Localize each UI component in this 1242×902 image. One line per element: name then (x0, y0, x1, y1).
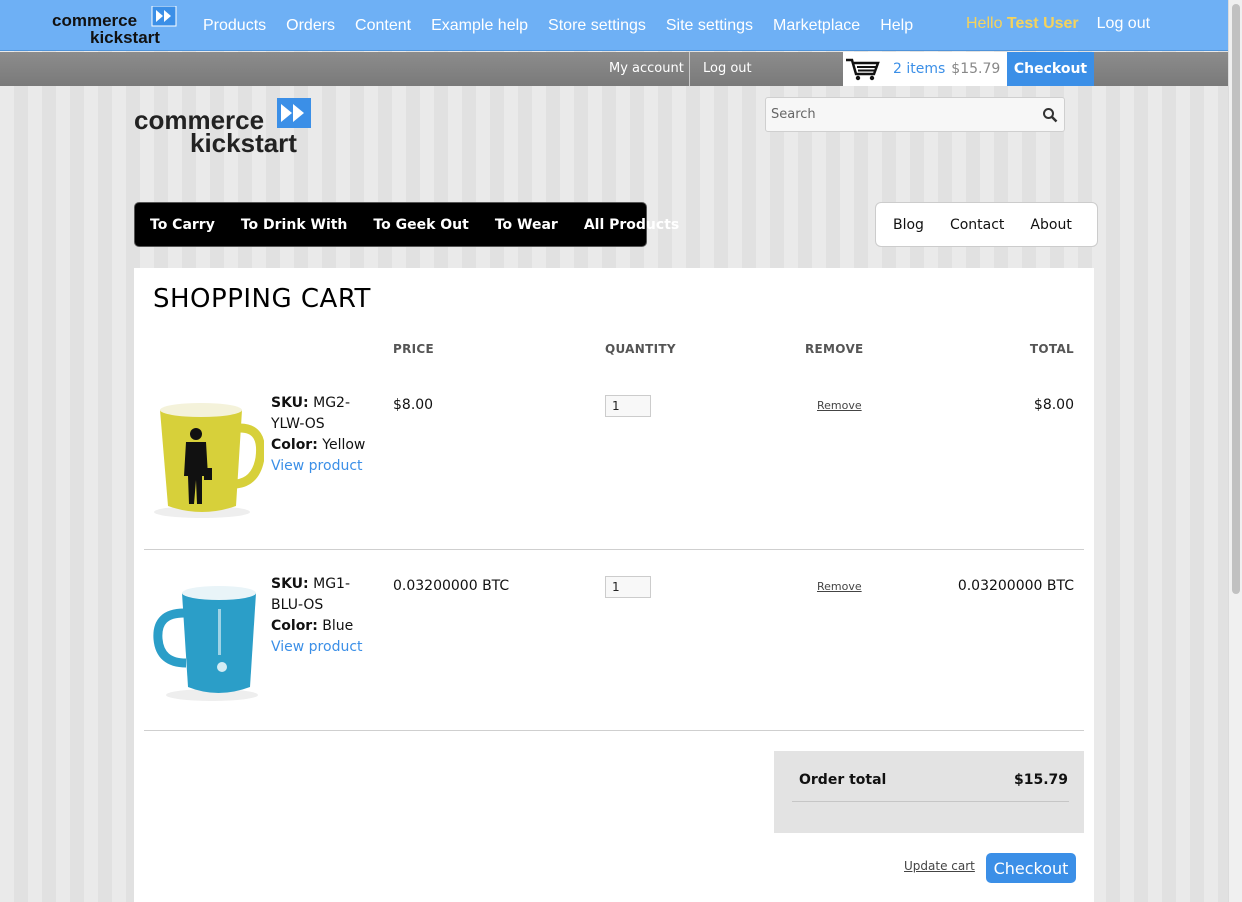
sku-label: SKU: (271, 576, 309, 592)
admin-nav-example-help[interactable]: Example help (421, 17, 538, 35)
hello-greeting: Hello Test User (958, 15, 1087, 33)
admin-nav-site-settings[interactable]: Site settings (656, 17, 763, 35)
sku-label: SKU: (271, 395, 309, 411)
product-details: SKU: MG2-YLW-OS Color: Yellow View produ… (271, 393, 371, 477)
admin-nav: Products Orders Content Example help Sto… (193, 0, 923, 51)
cart-price: $15.79 (951, 61, 1001, 77)
menu-blog[interactable]: Blog (880, 217, 937, 233)
yellow-mug-image[interactable] (152, 398, 264, 522)
svg-text:kickstart: kickstart (90, 28, 160, 46)
color-label: Color: (271, 618, 318, 634)
product-details: SKU: MG1-BLU-OS Color: Blue View product (271, 574, 371, 658)
checkout-button[interactable]: Checkout (986, 853, 1076, 883)
quantity-input[interactable] (605, 576, 651, 598)
shopping-cart-icon (846, 58, 880, 81)
cart-item-count[interactable]: 2 items (893, 61, 945, 77)
cart-row: SKU: MG1-BLU-OS Color: Blue View product… (134, 549, 1094, 730)
header-checkout-button[interactable]: Checkout (1007, 52, 1094, 86)
admin-user-area: Hello Test User Log out (958, 0, 1160, 47)
admin-nav-help[interactable]: Help (870, 17, 923, 35)
column-header-price: PRICE (393, 342, 435, 356)
color-value: Blue (322, 618, 354, 634)
row-divider (144, 730, 1084, 731)
item-total: $8.00 (1033, 397, 1074, 413)
color-line: Color: Yellow (271, 435, 371, 456)
remove-item-button[interactable]: Remove (817, 399, 862, 412)
menu-to-drink-with[interactable]: To Drink With (228, 217, 361, 233)
column-header-remove: REMOVE (805, 342, 864, 356)
item-price: $8.00 (393, 397, 434, 413)
sku-line: SKU: MG1-BLU-OS (271, 574, 371, 616)
quantity-input[interactable] (605, 395, 651, 417)
order-total-box: Order total $15.79 (774, 751, 1084, 833)
admin-nav-content[interactable]: Content (345, 17, 421, 35)
main-menu: To Carry To Drink With To Geek Out To We… (134, 202, 679, 247)
color-label: Color: (271, 437, 318, 453)
column-header-quantity: QUANTITY (605, 342, 676, 356)
admin-nav-orders[interactable]: Orders (276, 17, 345, 35)
view-product-link[interactable]: View product (271, 456, 371, 477)
hello-prefix: Hello (966, 14, 1003, 32)
admin-nav-products[interactable]: Products (193, 17, 276, 35)
scrollbar-thumb[interactable] (1232, 4, 1240, 594)
item-price: 0.03200000 BTC (393, 578, 510, 594)
page-scrollbar[interactable] (1228, 0, 1242, 902)
admin-toolbar: commerce kickstart Products Orders Conte… (0, 0, 1228, 51)
color-value: Yellow (322, 437, 366, 453)
menu-to-carry[interactable]: To Carry (137, 217, 228, 233)
menu-all-products[interactable]: All Products (571, 217, 692, 233)
secondary-menu: Blog Contact About (875, 202, 1098, 247)
menu-to-geek-out[interactable]: To Geek Out (360, 217, 481, 233)
menu-to-wear[interactable]: To Wear (482, 217, 571, 233)
search-input[interactable] (766, 98, 1031, 131)
order-total-label: Order total (799, 772, 887, 788)
admin-logout-link[interactable]: Log out (1087, 15, 1160, 33)
svg-text:kickstart: kickstart (190, 128, 297, 155)
remove-item-button[interactable]: Remove (817, 580, 862, 593)
column-header-total: TOTAL (1029, 342, 1074, 356)
menu-about[interactable]: About (1017, 217, 1084, 233)
cart-row: SKU: MG2-YLW-OS Color: Yellow View produ… (134, 368, 1094, 549)
commerce-kickstart-logo[interactable]: commerce kickstart (52, 6, 182, 46)
user-logout-link[interactable]: Log out (703, 52, 752, 86)
admin-nav-store-settings[interactable]: Store settings (538, 17, 656, 35)
my-account-link[interactable]: My account (609, 52, 684, 86)
blue-mug-image[interactable] (152, 579, 264, 703)
order-total-value: $15.79 (1013, 772, 1068, 788)
sku-line: SKU: MG2-YLW-OS (271, 393, 371, 435)
menu-contact[interactable]: Contact (937, 217, 1017, 233)
mini-cart[interactable]: 2 items $15.79 (843, 52, 1007, 86)
admin-nav-marketplace[interactable]: Marketplace (763, 17, 870, 35)
color-line: Color: Blue (271, 616, 371, 637)
item-total: 0.03200000 BTC (957, 578, 1074, 594)
view-product-link[interactable]: View product (271, 637, 371, 658)
hello-username[interactable]: Test User (1007, 15, 1079, 32)
order-total-divider (792, 801, 1069, 802)
shopping-cart-panel: SHOPPING CART PRICE QUANTITY REMOVE TOTA… (134, 268, 1094, 902)
user-bar-divider (689, 52, 690, 86)
site-logo[interactable]: commerce kickstart (134, 97, 314, 155)
page-title: SHOPPING CART (153, 284, 371, 314)
update-cart-button[interactable]: Update cart (904, 859, 975, 873)
search-icon[interactable] (1042, 107, 1058, 123)
search-box (765, 97, 1065, 132)
